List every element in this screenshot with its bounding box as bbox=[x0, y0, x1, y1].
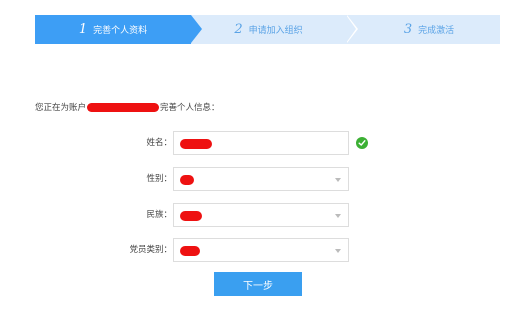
step-2-apply-join-org: 2 申请加入组织 bbox=[191, 15, 358, 44]
check-icon bbox=[356, 137, 368, 149]
redacted-ethnicity bbox=[180, 211, 202, 221]
party-category-select[interactable] bbox=[173, 238, 349, 262]
step-label: 完成激活 bbox=[418, 26, 455, 36]
intro-prefix: 您正在为账户 bbox=[35, 103, 87, 113]
progress-steps: 1 完善个人资料 2 申请加入组织 3 完成激活 bbox=[35, 15, 500, 44]
gender-select[interactable] bbox=[173, 167, 349, 191]
step-3-complete-activation: 3 完成激活 bbox=[346, 15, 500, 44]
chevron-down-icon bbox=[335, 249, 341, 253]
redacted-party bbox=[180, 246, 200, 256]
name-input[interactable] bbox=[173, 131, 349, 155]
step-number: 3 bbox=[403, 22, 413, 37]
redacted-account bbox=[87, 102, 160, 112]
ethnicity-select[interactable] bbox=[173, 203, 349, 227]
name-label: 姓名： bbox=[146, 138, 172, 148]
party-row: 党员类别： bbox=[0, 238, 520, 262]
party-label: 党员类别： bbox=[129, 245, 172, 255]
gender-row: 性别： bbox=[0, 167, 520, 191]
ethnicity-label: 民族： bbox=[146, 210, 172, 220]
next-button[interactable]: 下一步 bbox=[214, 272, 302, 296]
redacted-gender bbox=[180, 175, 194, 185]
gender-label: 性别： bbox=[146, 174, 172, 184]
step-number: 1 bbox=[78, 22, 88, 37]
step-label: 申请加入组织 bbox=[248, 26, 303, 36]
step-1-complete-profile: 1 完善个人资料 bbox=[35, 15, 202, 44]
chevron-down-icon bbox=[335, 214, 341, 218]
redacted-name bbox=[180, 139, 212, 149]
intro-suffix: 完善个人信息： bbox=[160, 103, 220, 113]
step-label: 完善个人资料 bbox=[93, 26, 148, 36]
intro-text: 您正在为账户 完善个人信息： bbox=[35, 101, 220, 113]
chevron-down-icon bbox=[335, 178, 341, 182]
step-number: 2 bbox=[234, 22, 243, 37]
ethnicity-row: 民族： bbox=[0, 203, 520, 227]
name-row: 姓名： bbox=[0, 131, 520, 155]
